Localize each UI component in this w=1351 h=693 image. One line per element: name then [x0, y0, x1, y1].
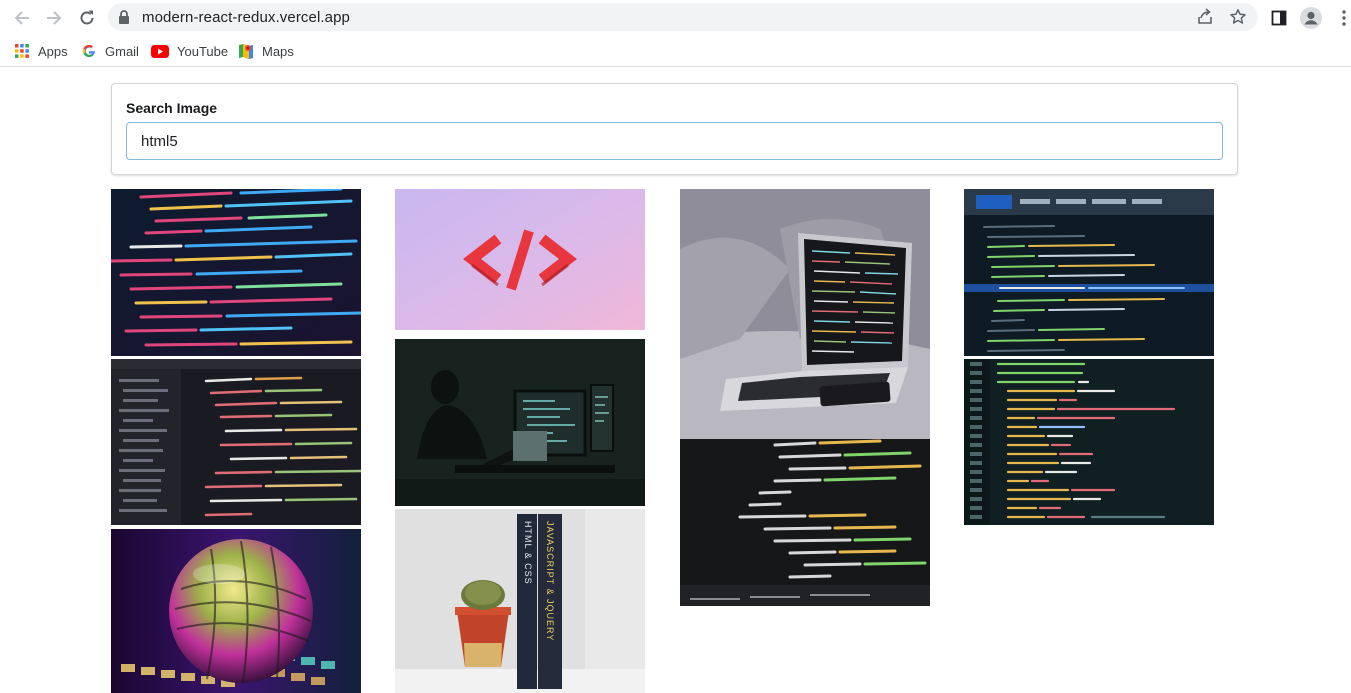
bookmark-label: YouTube [177, 43, 229, 59]
profile-avatar-icon[interactable] [1299, 6, 1323, 30]
browser-toolbar: modern-react-redux.vercel.app [0, 0, 1351, 35]
gallery-image-developer-dark-room[interactable] [395, 339, 645, 506]
share-icon[interactable] [1196, 8, 1214, 31]
gallery-image-crystal-ball-keyboard[interactable] [111, 529, 361, 693]
bookmark-gmail[interactable]: Gmail [81, 41, 139, 61]
book-title-javascript: JAVASCRIPT & JQUERY [545, 521, 555, 641]
gallery-image-laptop-on-couch[interactable] [680, 189, 930, 439]
maps-icon [238, 43, 254, 59]
google-icon [81, 43, 97, 59]
bookmark-star-icon[interactable] [1229, 8, 1247, 31]
url-text: modern-react-redux.vercel.app [142, 9, 350, 26]
menu-kebab-icon[interactable] [1332, 6, 1351, 30]
gallery-image-code-screen-pink-blue[interactable] [111, 189, 361, 356]
gallery-image-css-code-screen[interactable] [964, 359, 1214, 525]
search-input[interactable] [126, 122, 1223, 160]
gallery-image-code-symbol-pink[interactable] [395, 189, 645, 330]
bookmarks-bar: Apps Gmail YouTube Maps [0, 35, 1351, 67]
search-card: Search Image [111, 83, 1238, 175]
side-panel-icon[interactable] [1267, 6, 1291, 30]
apps-grid-icon [14, 43, 30, 59]
gallery-image-html-code-closeup[interactable] [680, 439, 930, 606]
bookmark-label: Apps [38, 43, 68, 59]
gallery-image-code-editor-dark[interactable] [111, 359, 361, 525]
reload-icon[interactable] [75, 6, 99, 30]
address-bar[interactable]: modern-react-redux.vercel.app [108, 3, 1258, 31]
gallery-image-devtools-inspector[interactable] [964, 189, 1214, 356]
bookmark-label: Gmail [105, 43, 139, 59]
page-content: Search Image html5 HTML & CSS JAVASCRIPT… [0, 68, 1351, 693]
bookmark-label: Maps [262, 43, 294, 59]
book-title-html: HTML & CSS [523, 521, 533, 585]
lock-icon [118, 10, 130, 29]
forward-icon[interactable] [42, 6, 66, 30]
youtube-icon [151, 43, 169, 59]
bookmark-maps[interactable]: Maps [238, 41, 294, 61]
back-icon[interactable] [10, 6, 34, 30]
bookmark-apps[interactable]: Apps [14, 41, 68, 61]
search-label: Search Image [126, 100, 218, 116]
gallery-image-books-and-cactus[interactable]: HTML & CSS JAVASCRIPT & JQUERY [395, 509, 645, 693]
bookmark-youtube[interactable]: YouTube [151, 41, 228, 61]
